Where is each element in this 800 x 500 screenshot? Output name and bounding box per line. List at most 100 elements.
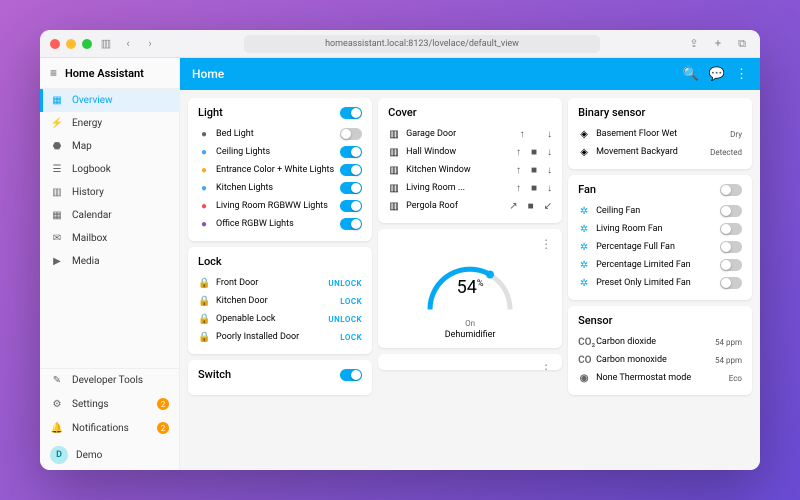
maximize-window[interactable]	[82, 39, 92, 49]
search-icon[interactable]: 🔍	[683, 67, 699, 82]
binary-value: Detected	[710, 148, 742, 157]
binary-name: Basement Floor Wet	[596, 129, 724, 139]
new-tab-icon[interactable]: +	[710, 36, 726, 52]
cover-btn[interactable]: ↑	[516, 147, 521, 158]
fan-toggle[interactable]	[720, 277, 742, 289]
cover-row[interactable]: ▥Hall Window↑■↓	[388, 143, 552, 161]
light-toggle[interactable]	[340, 146, 362, 158]
sensor-card: Sensor CO₂Carbon dioxide54 ppmCOCarbon m…	[568, 306, 752, 395]
url-bar[interactable]: homeassistant.local:8123/lovelace/defaul…	[244, 35, 600, 53]
minimize-window[interactable]	[66, 39, 76, 49]
lock-row[interactable]: 🔒Openable LockUNLOCK	[198, 310, 362, 328]
light-row[interactable]: ●Office RGBW Lights	[198, 215, 362, 233]
sidebar-header: ≡ Home Assistant	[40, 58, 179, 89]
share-icon[interactable]: ⇪	[686, 36, 702, 52]
sidebar: ≡ Home Assistant ▦Overview ⚡Energy ⬣Map …	[40, 58, 180, 470]
sidebar-toggle-icon[interactable]: ▥	[98, 36, 114, 52]
cover-row[interactable]: ▥Garage Door↑ ↓	[388, 125, 552, 143]
light-row[interactable]: ●Bed Light	[198, 125, 362, 143]
sidebar-item-devtools[interactable]: ✎Developer Tools	[40, 369, 179, 392]
sensor-icon: ◈	[578, 147, 590, 158]
cover-btn[interactable]: ■	[531, 147, 537, 158]
fan-row[interactable]: ✲Ceiling Fan	[578, 202, 742, 220]
humidity-gauge[interactable]: 54%	[420, 257, 520, 317]
sidebar-item-mailbox[interactable]: ✉Mailbox	[40, 227, 179, 250]
sidebar-item-logbook[interactable]: ☰Logbook	[40, 158, 179, 181]
lock-row[interactable]: 🔒Kitchen DoorLOCK	[198, 292, 362, 310]
sidebar-item-energy[interactable]: ⚡Energy	[40, 112, 179, 135]
back-icon[interactable]: ‹	[120, 36, 136, 52]
sensor-row[interactable]: COCarbon monoxide54 ppm	[578, 351, 742, 369]
fan-toggle[interactable]	[720, 205, 742, 217]
bulb-icon: ●	[198, 183, 210, 194]
fan-row[interactable]: ✲Percentage Full Fan	[578, 238, 742, 256]
cover-btn[interactable]: ■	[528, 201, 534, 212]
titlebar: ▥ ‹ › homeassistant.local:8123/lovelace/…	[40, 30, 760, 58]
light-toggle[interactable]	[340, 182, 362, 194]
sidebar-item-history[interactable]: ▥History	[40, 181, 179, 204]
gauge2-more-icon[interactable]: ⋮	[540, 362, 552, 370]
gauge-more-icon[interactable]: ⋮	[540, 237, 552, 251]
cover-row[interactable]: ▥Pergola Roof↗■↙	[388, 197, 552, 215]
light-master-toggle[interactable]	[340, 107, 362, 119]
cover-btn[interactable]: ↓	[547, 165, 552, 176]
sensor-row[interactable]: CO₂Carbon dioxide54 ppm	[578, 333, 742, 351]
light-toggle[interactable]	[340, 218, 362, 230]
more-icon[interactable]: ⋮	[735, 67, 748, 82]
cover-btn[interactable]: ■	[531, 165, 537, 176]
fan-toggle[interactable]	[720, 259, 742, 271]
light-toggle[interactable]	[340, 200, 362, 212]
sidebar-item-settings[interactable]: ⚙Settings2	[40, 392, 179, 416]
light-toggle[interactable]	[340, 164, 362, 176]
molecule-icon: CO	[578, 355, 590, 366]
sidebar-item-user[interactable]: DDemo	[40, 440, 179, 470]
cover-btn[interactable]	[535, 129, 537, 140]
cover-btn[interactable]: ↑	[516, 183, 521, 194]
light-row[interactable]: ●Kitchen Lights	[198, 179, 362, 197]
sidebar-item-notifications[interactable]: 🔔Notifications2	[40, 416, 179, 440]
fan-row[interactable]: ✲Living Room Fan	[578, 220, 742, 238]
light-row[interactable]: ●Entrance Color + White Lights	[198, 161, 362, 179]
fan-row[interactable]: ✲Percentage Limited Fan	[578, 256, 742, 274]
lock-action[interactable]: LOCK	[340, 333, 362, 342]
sidebar-item-map[interactable]: ⬣Map	[40, 135, 179, 158]
forward-icon[interactable]: ›	[142, 36, 158, 52]
tabs-icon[interactable]: ⧉	[734, 36, 750, 52]
sidebar-item-overview[interactable]: ▦Overview	[40, 89, 179, 112]
lock-action[interactable]: LOCK	[340, 297, 362, 306]
sidebar-item-media[interactable]: ▶Media	[40, 250, 179, 273]
switch-master-toggle[interactable]	[340, 369, 362, 381]
fan-icon: ✲	[578, 278, 590, 289]
chat-icon[interactable]: 💬	[709, 67, 725, 82]
light-row[interactable]: ●Ceiling Lights	[198, 143, 362, 161]
lock-row[interactable]: 🔒Front DoorUNLOCK	[198, 274, 362, 292]
lock-action[interactable]: UNLOCK	[328, 315, 362, 324]
fan-master-toggle[interactable]	[720, 184, 742, 196]
cover-row[interactable]: ▥Kitchen Window↑■↓	[388, 161, 552, 179]
cover-btn[interactable]: ↓	[547, 129, 552, 140]
hamburger-icon[interactable]: ≡	[50, 66, 57, 80]
cover-btn[interactable]: ↙	[544, 201, 552, 212]
cover-row[interactable]: ▥Living Room ...↑■↓	[388, 179, 552, 197]
binary-row[interactable]: ◈Movement BackyardDetected	[578, 143, 742, 161]
lock-name: Kitchen Door	[216, 296, 334, 306]
binary-row[interactable]: ◈Basement Floor WetDry	[578, 125, 742, 143]
close-window[interactable]	[50, 39, 60, 49]
sidebar-item-calendar[interactable]: ▦Calendar	[40, 204, 179, 227]
sensor-name: None Thermostat mode	[596, 373, 723, 383]
cover-btn[interactable]: ↓	[547, 183, 552, 194]
light-toggle[interactable]	[340, 128, 362, 140]
lock-action[interactable]: UNLOCK	[328, 279, 362, 288]
cover-btn[interactable]: ■	[531, 183, 537, 194]
cover-btn[interactable]: ↑	[520, 129, 525, 140]
cover-btn[interactable]: ↗	[509, 201, 517, 212]
cover-btn[interactable]: ↓	[547, 147, 552, 158]
lock-row[interactable]: 🔒Poorly Installed DoorLOCK	[198, 328, 362, 346]
sensor-row[interactable]: ◉None Thermostat modeEco	[578, 369, 742, 387]
cover-btn[interactable]: ↑	[516, 165, 521, 176]
binary-sensor-card: Binary sensor ◈Basement Floor WetDry◈Mov…	[568, 98, 752, 169]
fan-toggle[interactable]	[720, 223, 742, 235]
fan-row[interactable]: ✲Preset Only Limited Fan	[578, 274, 742, 292]
fan-toggle[interactable]	[720, 241, 742, 253]
light-row[interactable]: ●Living Room RGBWW Lights	[198, 197, 362, 215]
